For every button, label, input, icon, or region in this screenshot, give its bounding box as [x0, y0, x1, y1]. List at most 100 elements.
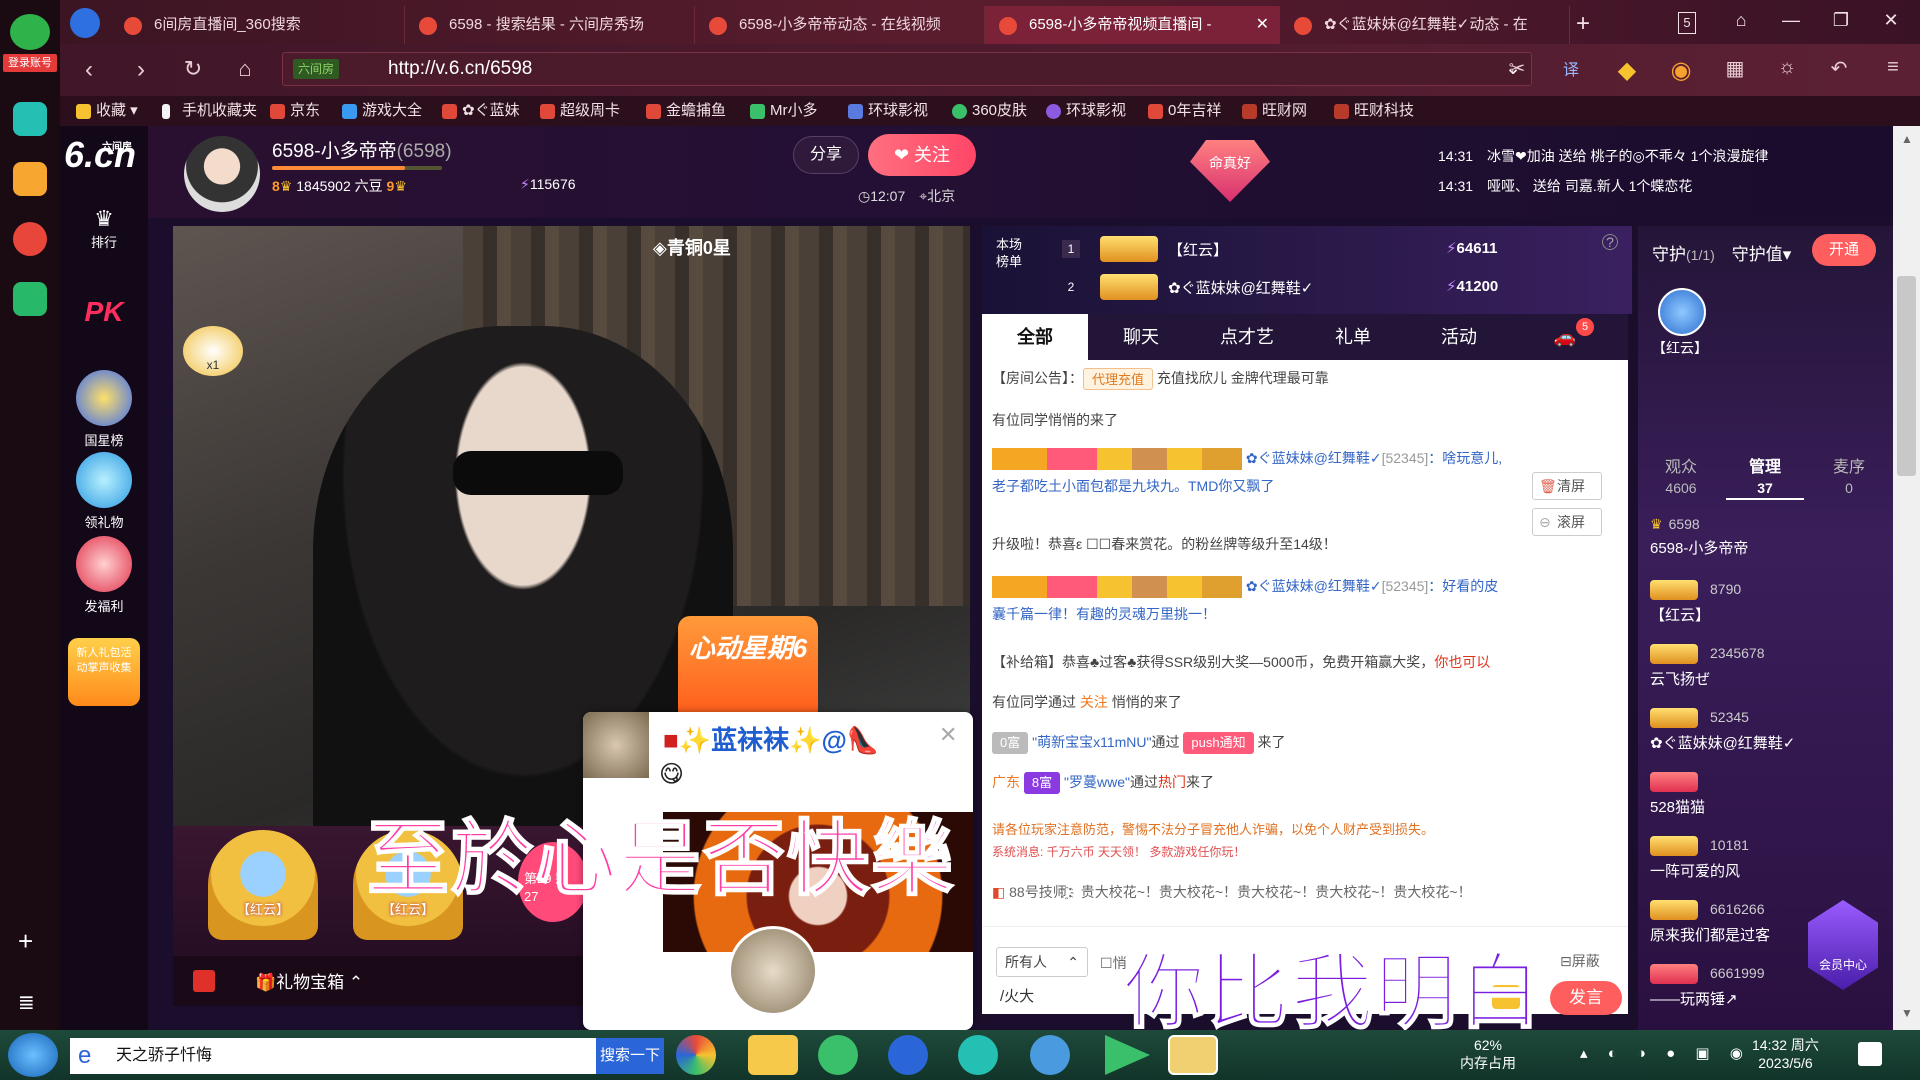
- media-player-icon[interactable]: [1105, 1035, 1150, 1075]
- block-toggle[interactable]: ⊟屏蔽: [1560, 951, 1600, 971]
- streamer-name[interactable]: 6598-小多帝帝(6598): [272, 136, 452, 163]
- user-list-item[interactable]: 528猫猫: [1650, 772, 1880, 817]
- tray-icons[interactable]: ▴ ◐ ◑ ● ▣ ◉: [1580, 1044, 1751, 1062]
- open-guard-button[interactable]: 开通: [1812, 234, 1876, 266]
- folder-icon[interactable]: [748, 1035, 798, 1075]
- bookmark-mobile[interactable]: 手机收藏夹: [160, 96, 257, 126]
- ie-taskbar-icon[interactable]: [1030, 1035, 1070, 1075]
- tab-all[interactable]: 全部: [982, 314, 1088, 360]
- streamer-avatar[interactable]: [184, 136, 260, 212]
- close-tab-icon[interactable]: ✕: [1256, 6, 1269, 44]
- tab-talent[interactable]: 点才艺: [1194, 314, 1300, 360]
- close-window-icon[interactable]: ✕: [1876, 10, 1906, 31]
- notification-icon[interactable]: [1858, 1042, 1882, 1066]
- clear-screen-button[interactable]: 🗑 清屏: [1532, 472, 1602, 500]
- nav-star-rank[interactable]: 国星榜: [68, 370, 140, 449]
- plus-app-icon[interactable]: [13, 102, 47, 136]
- tab-gift-list[interactable]: 礼单: [1300, 314, 1406, 360]
- nav-newbie-pack[interactable]: 新人礼包活动掌声收集: [68, 638, 140, 706]
- agent-recharge-chip[interactable]: 代理充值: [1083, 368, 1154, 391]
- refresh-icon[interactable]: ↻: [178, 56, 208, 82]
- user-list-item[interactable]: 8790 【红云】: [1650, 580, 1880, 625]
- user-list-item[interactable]: 2345678 云飞扬ぜ: [1650, 644, 1880, 689]
- guard-header[interactable]: 守护(1/1) 守护值▾: [1652, 240, 1791, 265]
- undo-icon[interactable]: ↶: [1824, 56, 1854, 81]
- active-browser-icon[interactable]: [1168, 1035, 1218, 1075]
- bookmark-huanqiu[interactable]: 环球影视: [846, 96, 928, 126]
- theme-icon[interactable]: ☼: [1772, 56, 1802, 79]
- help-icon[interactable]: ?: [1602, 234, 1618, 250]
- new-tab-icon[interactable]: +: [1568, 10, 1598, 38]
- scroll-down-icon[interactable]: ▼: [1901, 1006, 1913, 1020]
- bookmark-favorites[interactable]: 收藏 ▾: [74, 96, 138, 126]
- nav-pk[interactable]: PK: [68, 296, 140, 328]
- tab-audience[interactable]: 观众 4606: [1642, 458, 1720, 498]
- fate-badge[interactable]: 命真好: [1190, 140, 1270, 202]
- bookmark-jd[interactable]: 京东: [268, 96, 320, 126]
- sidebar-list-icon[interactable]: ≣: [18, 990, 35, 1015]
- menu-icon[interactable]: ≡: [1878, 56, 1908, 79]
- scrollbar-thumb[interactable]: [1897, 276, 1916, 476]
- nav-welfare[interactable]: 发福利: [68, 536, 140, 615]
- system-clock[interactable]: 14:32 周六 2023/5/6: [1752, 1036, 1819, 1072]
- page-scrollbar[interactable]: ▲ ▼: [1893, 126, 1920, 1030]
- k-app-icon[interactable]: [888, 1035, 928, 1075]
- mail-icon[interactable]: [13, 282, 47, 316]
- red-packet-icon[interactable]: [193, 970, 215, 992]
- rank-row[interactable]: 2 ✿ぐ蓝妹妹@红舞鞋✓ ⚡41200: [1062, 272, 1622, 302]
- share-button[interactable]: 分享: [793, 136, 859, 174]
- tab-chat[interactable]: 聊天: [1088, 314, 1194, 360]
- home-icon[interactable]: ⌂: [230, 56, 260, 82]
- url-input[interactable]: 六间房 http://v.6.cn/6598 ⌄: [282, 52, 1532, 86]
- favorites-star-icon[interactable]: [13, 162, 47, 196]
- shirt-icon[interactable]: ⌂: [1726, 10, 1756, 31]
- throne-1[interactable]: 【红云】: [208, 830, 318, 940]
- site-logo[interactable]: 6.cn 六间房: [64, 134, 136, 176]
- bookmark-games[interactable]: 游戏大全: [340, 96, 422, 126]
- network-app-icon[interactable]: [958, 1035, 998, 1075]
- bookmark-huanqiu2[interactable]: 环球影视: [1044, 96, 1126, 126]
- bookmark-jixiang[interactable]: 0年吉祥: [1146, 96, 1221, 126]
- tab-admin[interactable]: 管理 37: [1726, 458, 1804, 500]
- nav-get-gift[interactable]: 领礼物: [68, 452, 140, 531]
- car-icon[interactable]: 🚗 5: [1512, 314, 1618, 360]
- ranking-label[interactable]: 本场榜单: [996, 236, 1030, 270]
- bookmark-wangcai[interactable]: 旺财网: [1240, 96, 1307, 126]
- tab-360-search[interactable]: 6间房直播间_360搜索: [110, 6, 405, 44]
- shield-icon[interactable]: ◆: [1612, 56, 1642, 85]
- taskbar-search-button[interactable]: 搜索一下: [596, 1038, 664, 1074]
- tab-search-results[interactable]: 6598 - 搜索结果 - 六间房秀场: [405, 6, 695, 44]
- start-button[interactable]: [8, 1033, 58, 1077]
- memory-usage[interactable]: 62% 内存占用: [1460, 1036, 1516, 1072]
- bookmark-wangcai-tech[interactable]: 旺财科技: [1332, 96, 1414, 126]
- scroll-up-icon[interactable]: ▲: [1901, 132, 1913, 146]
- user-list-item[interactable]: 10181 一阵可爱的风: [1650, 836, 1880, 881]
- tab-dynamic[interactable]: 6598-小多帝帝动态 - 在线视频: [695, 6, 985, 44]
- medal-badge[interactable]: x1: [183, 326, 243, 376]
- gift-box-button[interactable]: 🎁礼物宝箱 ⌃: [255, 968, 363, 993]
- bookmark-skin[interactable]: 360皮肤: [950, 96, 1027, 126]
- login-label[interactable]: 登录账号: [3, 54, 57, 72]
- audience-select[interactable]: 所有人 ⌃: [996, 947, 1088, 977]
- chrome-icon[interactable]: [676, 1035, 716, 1075]
- taskbar-search-input[interactable]: e 天之骄子忏悔: [70, 1038, 596, 1074]
- weibo-icon[interactable]: [13, 222, 47, 256]
- browser-logo-icon[interactable]: [10, 14, 50, 50]
- tab-live-room[interactable]: 6598-小多帝帝视频直播间 - ✕: [985, 6, 1280, 44]
- tab-activity[interactable]: 活动: [1406, 314, 1512, 360]
- rank-row[interactable]: 1 【红云】 ⚡64611: [1062, 234, 1622, 264]
- tab-count-badge[interactable]: 5: [1678, 12, 1696, 34]
- nav-rank[interactable]: ♛ 排行: [68, 206, 140, 251]
- bookmark-mrxiaoduo[interactable]: Mr小多: [748, 96, 818, 126]
- apps-grid-icon[interactable]: ▦: [1720, 56, 1750, 81]
- game-icon[interactable]: ◉: [1666, 56, 1696, 85]
- browser-menu-icon[interactable]: [70, 8, 100, 38]
- send-button[interactable]: 发言: [1550, 981, 1622, 1015]
- back-icon[interactable]: ‹: [74, 56, 104, 84]
- tab-lanmeimei[interactable]: ✿ぐ蓝妹妹@红舞鞋✓动态 - 在: [1280, 6, 1570, 44]
- 360-browser-icon[interactable]: [818, 1035, 858, 1075]
- add-sidebar-icon[interactable]: +: [18, 926, 33, 957]
- tab-mic-queue[interactable]: 麦序 0: [1810, 458, 1888, 498]
- maximize-icon[interactable]: ❐: [1826, 10, 1856, 31]
- follow-button[interactable]: ❤ 关注: [868, 134, 976, 176]
